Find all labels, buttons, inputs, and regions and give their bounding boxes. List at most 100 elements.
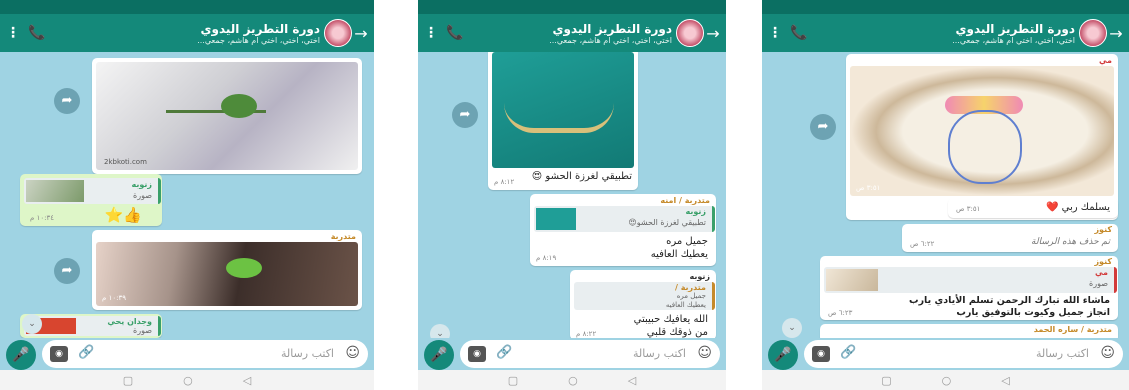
message-time: ٦:٢٣ ص [828,309,853,317]
sender-name: متدربة [330,232,356,241]
forward-icon[interactable]: ➦ [452,102,478,128]
embroidery-image[interactable]: ٣:٥١ ص [850,66,1114,196]
emoji-icon[interactable]: ☺ [1100,345,1115,361]
home-icon[interactable]: ○ [568,374,578,387]
attach-icon[interactable]: 🔗 [496,345,512,360]
home-icon[interactable]: ○ [183,374,193,387]
mic-icon[interactable]: 🎤 [768,340,798,370]
menu-icon[interactable]: ⋮ [768,25,782,41]
quoted-image[interactable]: زنوبه صورة [24,178,161,204]
image-message[interactable]: 2kbkoti.com [92,58,362,174]
chat-header-titles[interactable]: دورة التطريز اليدوي اختي، اختي، اختي ام … [810,22,1079,45]
scroll-down-icon[interactable]: ⌄ [430,324,450,338]
image-caption: تطبيقي لغرزة الحشو 😍 [531,171,632,182]
message-time: ٨:١٢ م [494,178,515,186]
image-message[interactable]: متدربة ١٠:٣٩ م [92,230,362,310]
face-outline-shape [948,110,1022,184]
back-nav-icon[interactable]: ◁ [1001,374,1009,387]
chat-header[interactable]: ⋮ 📞 دورة التطريز اليدوي اختي، اختي، اختي… [418,14,726,52]
image-time: ٣:٥١ ص [856,184,881,192]
image-message[interactable]: تطبيقي لغرزة الحشو 😍 ٨:١٢ م [488,52,638,190]
back-arrow-icon[interactable]: → [1109,24,1123,43]
image-message[interactable]: مي ٣:٥١ ص [846,54,1118,220]
deleted-message[interactable]: كنوز تم حذف هذه الرسالة ٦:٢٢ ص [902,224,1118,252]
forward-icon[interactable]: ➦ [54,88,80,114]
quoted-image[interactable]: مي صورة [824,267,1117,293]
embroidery-image[interactable] [492,52,634,168]
forward-icon[interactable]: ➦ [810,114,836,140]
status-bar [762,0,1129,14]
message-list[interactable]: مي ٣:٥١ ص ➦ يسلمك ربي ❤️ ٣:٥١ ص كنوز تم … [762,52,1129,338]
call-add-icon[interactable]: 📞 [444,25,466,41]
chat-header-titles[interactable]: دورة التطريز اليدوي اختي، اختي، اختي ام … [466,22,676,45]
group-title: دورة التطريز اليدوي [552,21,672,36]
message-text: من ذوقك قلبي [646,327,708,338]
reply-message[interactable]: كنوز مي صورة ماشاء الله تبارك الرحمن تسل… [820,256,1118,320]
quote-text: يعطيك العافيه [665,301,706,309]
forward-icon[interactable]: ➦ [54,258,80,284]
message-composer: 🎤 ◉ 🔗 اكتب رسالة ☺ [0,338,374,370]
message-list[interactable]: تطبيقي لغرزة الحشو 😍 ٨:١٢ م ➦ متدربة / ا… [418,52,726,338]
attach-icon[interactable]: 🔗 [840,345,856,360]
chat-header-titles[interactable]: دورة التطريز اليدوي اختي، اختي، اختي ام … [48,22,324,45]
system-nav-bar: ▢ ○ ◁ [0,370,374,390]
message-list[interactable]: 2kbkoti.com ➦ زنوبه صورة ⭐👍 ١٠:٣٤ م متدر… [0,52,374,338]
recents-icon[interactable]: ▢ [881,374,891,387]
camera-icon[interactable]: ◉ [468,346,486,362]
group-avatar[interactable] [676,19,704,47]
image-time: ١٠:٣٩ م [102,294,126,302]
embroidery-image[interactable]: ١٠:٣٩ م [96,242,358,306]
message-composer: 🎤 ◉ 🔗 اكتب رسالة ☺ [762,338,1129,370]
image-message[interactable]: متدربة / ساره الحمد [820,324,1118,338]
message-composer: 🎤 ◉ 🔗 اكتب رسالة ☺ [418,338,726,370]
back-arrow-icon[interactable]: → [354,24,368,43]
call-add-icon[interactable]: 📞 [26,25,48,41]
text-message[interactable]: يسلمك ربي ❤️ ٣:٥١ ص [948,198,1118,218]
menu-icon[interactable]: ⋮ [6,25,20,41]
embroidery-image[interactable]: 2kbkoti.com [96,62,358,170]
message-input[interactable]: ◉ 🔗 اكتب رسالة ☺ [42,340,368,368]
message-input[interactable]: ◉ 🔗 اكتب رسالة ☺ [460,340,720,368]
call-add-icon[interactable]: 📞 [788,25,810,41]
camera-icon[interactable]: ◉ [50,346,68,362]
quote-text: جميل مره [676,292,706,300]
recents-icon[interactable]: ▢ [508,374,518,387]
group-avatar[interactable] [324,19,352,47]
quoted-message[interactable]: متدربة / جميل مره يعطيك العافيه [574,282,715,310]
attach-icon[interactable]: 🔗 [78,345,94,360]
sender-name: كنوز [1094,225,1112,234]
chat-header[interactable]: ⋮ 📞 دورة التطريز اليدوي اختي، اختي، اختي… [0,14,374,52]
message-time: ٨:٢٢ م [576,330,597,338]
camera-icon[interactable]: ◉ [812,346,830,362]
quote-text: تطبيقي لغرزة الحشو😍 [628,218,706,227]
mic-icon[interactable]: 🎤 [424,340,454,370]
emoji-icon[interactable]: ☺ [697,345,712,361]
group-subtitle: اختي، اختي، اختي ام هاشم، جمعي... [197,35,320,45]
reply-message[interactable]: زنوبه صورة ⭐👍 ١٠:٣٤ م [20,174,162,226]
emoji-icon[interactable]: ☺ [345,345,360,361]
message-time: ٣:٥١ ص [956,205,981,213]
quote-label: صورة [1089,279,1108,288]
reply-message[interactable]: متدربة / امنه زنوبه تطبيقي لغرزة الحشو😍 … [530,194,716,266]
quoted-message[interactable]: زنوبه تطبيقي لغرزة الحشو😍 [534,206,715,232]
sender-name: زنوبه [689,272,710,281]
back-nav-icon[interactable]: ◁ [628,374,636,387]
message-input[interactable]: ◉ 🔗 اكتب رسالة ☺ [804,340,1123,368]
recents-icon[interactable]: ▢ [123,374,133,387]
sender-name: متدربة / امنه [660,196,710,205]
mic-icon[interactable]: 🎤 [6,340,36,370]
quoted-image[interactable]: وجدان يحي صورة [24,316,161,336]
quote-thumbnail [826,269,878,291]
group-avatar[interactable] [1079,19,1107,47]
scroll-down-icon[interactable]: ⌄ [782,318,802,338]
menu-icon[interactable]: ⋮ [424,25,438,41]
sender-name: مي [1098,56,1112,65]
reply-message[interactable]: زنوبه متدربة / جميل مره يعطيك العافيه ال… [570,270,716,338]
quote-label: صورة [133,326,152,335]
scroll-down-icon[interactable]: ⌄ [22,314,42,334]
back-nav-icon[interactable]: ◁ [243,374,251,387]
home-icon[interactable]: ○ [942,374,952,387]
chat-header[interactable]: ⋮ 📞 دورة التطريز اليدوي اختي، اختي، اختي… [762,14,1129,52]
back-arrow-icon[interactable]: → [706,24,720,43]
deleted-text: تم حذف هذه الرسالة [1031,237,1110,247]
